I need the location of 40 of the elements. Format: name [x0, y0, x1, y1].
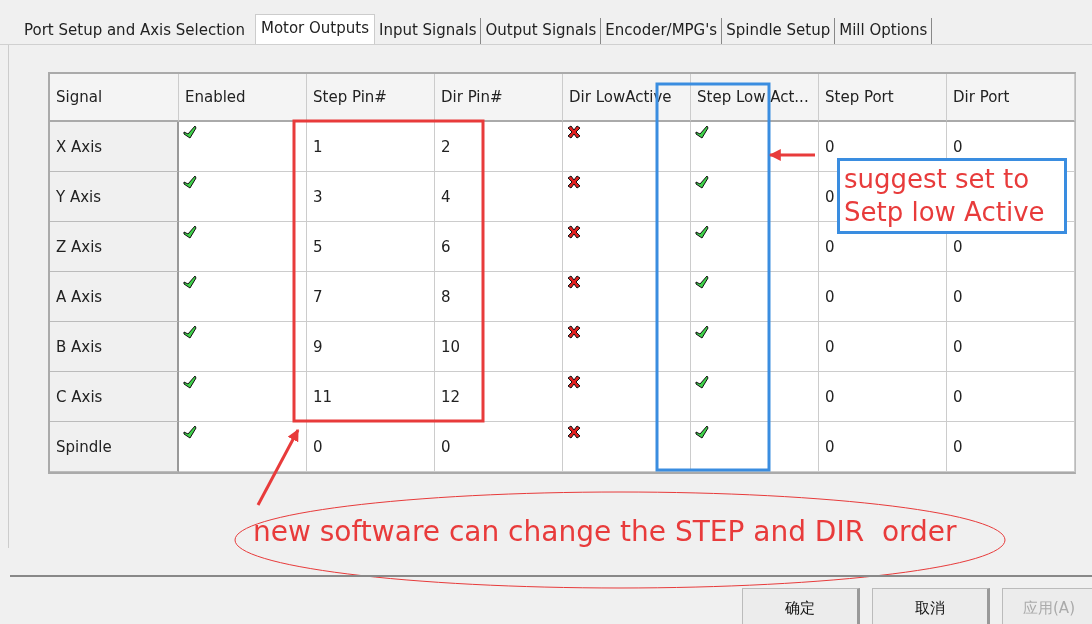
column-header: Dir Pin# — [435, 74, 563, 122]
table-cell: 8 — [435, 272, 563, 322]
row-header: Z Axis — [50, 222, 179, 272]
table-cell: 0 — [819, 322, 947, 372]
column-header: Enabled — [179, 74, 307, 122]
column-header: Step Port — [819, 74, 947, 122]
column-header: Step Pin# — [307, 74, 435, 122]
annotation-text: new software can change the STEP and DIR order — [253, 515, 957, 548]
table-cell: 4 — [435, 172, 563, 222]
table-cell: 2 — [435, 122, 563, 172]
table-cell: 0 — [947, 422, 1075, 472]
column-header: Step Low Act... — [691, 74, 819, 122]
table-cell: 1 — [307, 122, 435, 172]
dialog-button[interactable]: 确定 — [742, 588, 860, 624]
table-cell: 6 — [435, 222, 563, 272]
table-cell: 0 — [947, 272, 1075, 322]
row-header: C Axis — [50, 372, 179, 422]
table-cell: 10 — [435, 322, 563, 372]
table-cell: 0 — [947, 372, 1075, 422]
table-cell: 7 — [307, 272, 435, 322]
table-cell: 5 — [307, 222, 435, 272]
table-cell: 0 — [819, 422, 947, 472]
row-header: Spindle — [50, 422, 179, 472]
table-cell: 9 — [307, 322, 435, 372]
row-header: Y Axis — [50, 172, 179, 222]
table-cell: 11 — [307, 372, 435, 422]
table-cell: 3 — [307, 172, 435, 222]
table-cell: 0 — [819, 272, 947, 322]
table-cell: 0 — [435, 422, 563, 472]
dialog-button[interactable]: 取消 — [872, 588, 990, 624]
table-cell: 0 — [307, 422, 435, 472]
column-header: Signal — [50, 74, 179, 122]
table-cell: 0 — [819, 372, 947, 422]
table-cell: 12 — [435, 372, 563, 422]
row-header: X Axis — [50, 122, 179, 172]
tab[interactable]: Motor Outputs — [254, 14, 375, 44]
row-header: B Axis — [50, 322, 179, 372]
column-header: Dir Port — [947, 74, 1075, 122]
table-cell: 0 — [947, 322, 1075, 372]
row-header: A Axis — [50, 272, 179, 322]
